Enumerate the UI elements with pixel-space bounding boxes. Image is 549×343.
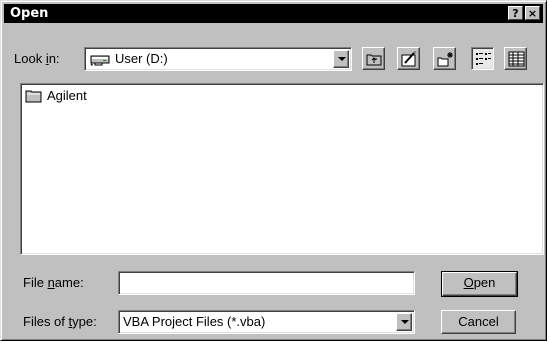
help-button[interactable]: ? <box>508 6 523 20</box>
details-view-button[interactable] <box>504 47 527 70</box>
window-title: Open <box>10 6 49 21</box>
drive-icon <box>90 55 110 66</box>
file-name-field[interactable] <box>118 271 415 295</box>
list-view-button[interactable] <box>471 47 494 70</box>
desktop-button[interactable] <box>397 47 420 70</box>
desktop-icon <box>401 51 417 67</box>
look-in-value: User (D:) <box>115 51 168 66</box>
new-folder-icon <box>437 52 453 67</box>
file-name: Agilent <box>47 88 87 103</box>
folder-icon <box>25 90 42 103</box>
chevron-down-icon <box>401 320 409 324</box>
close-button[interactable]: × <box>525 6 540 20</box>
new-folder-button[interactable] <box>433 47 456 70</box>
file-type-value: VBA Project Files (*.vba) <box>123 314 266 329</box>
up-one-level-icon <box>366 54 382 66</box>
list-view-icon <box>476 53 491 65</box>
look-in-dropdown-button[interactable] <box>333 50 349 68</box>
up-one-level-button[interactable] <box>362 47 385 70</box>
file-list[interactable]: Agilent <box>20 83 544 255</box>
title-bar[interactable]: Open ? × <box>4 4 543 23</box>
file-type-dropdown-button[interactable] <box>396 313 412 331</box>
open-dialog: Open ? × Look in: User (D:) Agilent File… <box>0 0 547 341</box>
file-name-label: File name: <box>23 275 84 290</box>
look-in-label: Look in: <box>14 51 60 66</box>
details-view-icon <box>508 51 525 67</box>
cancel-button[interactable]: Cancel <box>441 310 516 334</box>
look-in-combo[interactable]: User (D:) <box>84 47 352 71</box>
open-button[interactable]: Open <box>441 271 518 297</box>
file-type-select[interactable]: VBA Project Files (*.vba) <box>118 310 415 334</box>
chevron-down-icon <box>338 57 346 61</box>
file-type-label: Files of type: <box>23 314 97 329</box>
